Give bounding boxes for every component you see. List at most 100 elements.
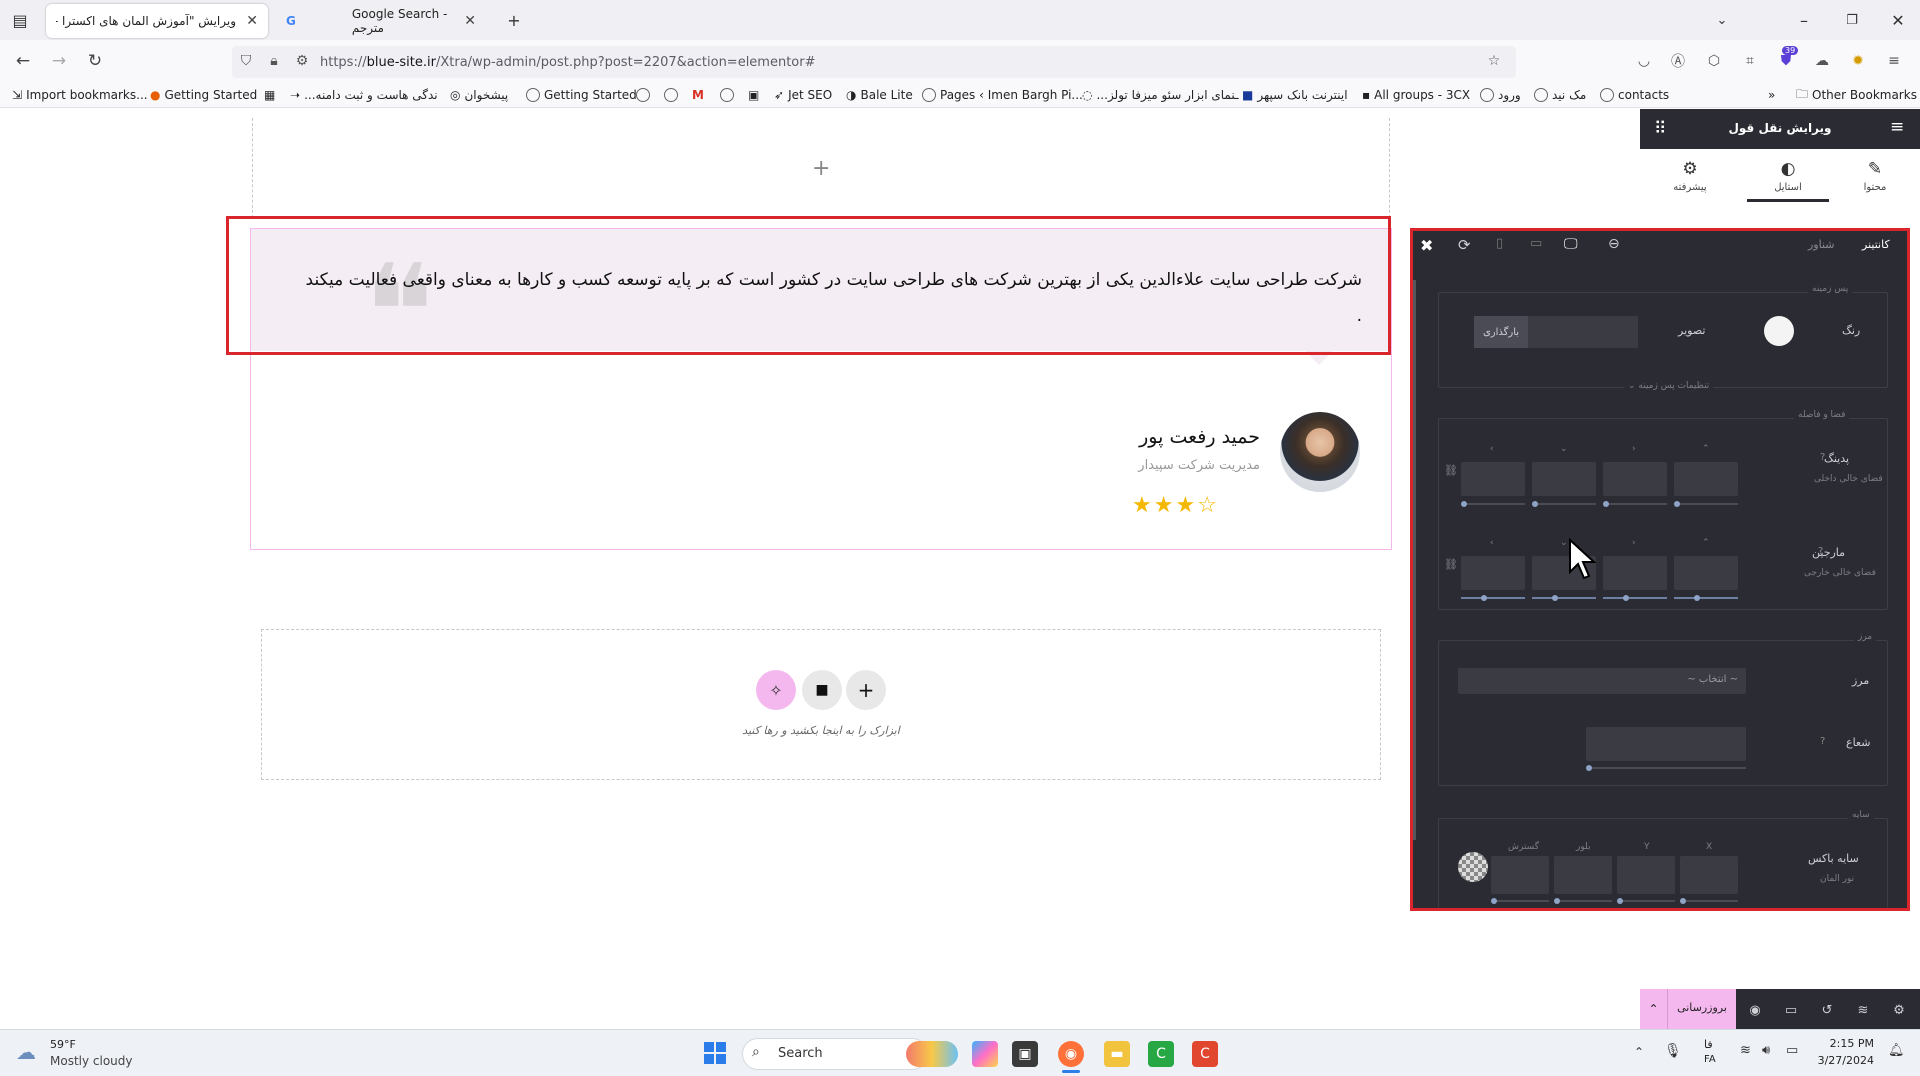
margin-left-input[interactable] <box>1461 556 1525 590</box>
bookmark-item[interactable]: ورود <box>1480 86 1521 104</box>
padding-bottom-slider[interactable] <box>1532 501 1596 507</box>
tab-elementor[interactable]: ویرایش "آموزش المان های اکسترا - ✕ <box>46 4 268 38</box>
sync-icon[interactable]: ⟳ <box>1458 236 1471 254</box>
permissions-icon[interactable]: ⚙ <box>292 51 312 71</box>
battery-icon[interactable]: ▭ <box>1786 1043 1798 1058</box>
slider-knob[interactable] <box>1481 595 1487 601</box>
radius-slider[interactable] <box>1586 765 1746 771</box>
shadow-blur-input[interactable] <box>1554 856 1612 894</box>
tab-advanced[interactable]: ⚙ پیشرفته <box>1655 159 1725 193</box>
bookmark-item[interactable]: ▦ <box>264 86 275 104</box>
hamburger-icon[interactable]: ≡ <box>1890 117 1904 137</box>
bookmark-item[interactable]: Getting Started <box>526 86 637 104</box>
bookmark-item[interactable]: ⇲ Import bookmarks... <box>12 86 148 104</box>
padding-top-input[interactable] <box>1674 462 1738 496</box>
float-tab-floating[interactable]: شناور <box>1808 238 1835 251</box>
panel-scrollbar[interactable] <box>1413 280 1416 840</box>
slider-knob[interactable] <box>1694 595 1700 601</box>
search-highlight-icon[interactable] <box>906 1041 958 1067</box>
close-icon[interactable]: ✖ <box>1420 236 1433 255</box>
padding-right-input[interactable] <box>1603 462 1667 496</box>
input-language[interactable]: فا <box>1704 1038 1713 1051</box>
restore-icon[interactable]: ❐ <box>1840 8 1864 32</box>
bookmark-item[interactable] <box>664 86 678 104</box>
help-icon[interactable]: ? <box>1818 546 1823 557</box>
bookmark-item[interactable]: ➝ ...ندگی هاست و ثبت دامنه <box>290 86 438 104</box>
slider-knob[interactable] <box>1586 765 1592 771</box>
add-element-button[interactable]: + <box>846 670 886 710</box>
slider-knob[interactable] <box>1680 898 1686 904</box>
ai-sparkle-button[interactable]: ✧ <box>756 670 796 710</box>
margin-left-slider[interactable] <box>1461 595 1525 601</box>
bookmark-item[interactable]: مک نید <box>1534 86 1586 104</box>
bookmarks-overflow[interactable]: » <box>1768 86 1775 104</box>
back-icon[interactable]: ← <box>10 49 36 73</box>
bookmark-item[interactable]: ◌ ...ـنمای ابزار سئو میزفا تولز <box>1082 86 1239 104</box>
shadow-x-slider[interactable] <box>1680 898 1738 904</box>
clock-date[interactable]: 3/27/2024 <box>1814 1054 1874 1067</box>
file-explorer-icon[interactable]: ▬ <box>1104 1041 1130 1067</box>
margin-top-input[interactable] <box>1674 556 1738 590</box>
margin-right-slider[interactable] <box>1603 595 1667 601</box>
tab-list-icon[interactable]: ▤ <box>8 8 32 32</box>
reload-icon[interactable]: ↻ <box>82 49 108 73</box>
tab-content[interactable]: ✎ محتوا <box>1840 159 1910 193</box>
margin-top-slider[interactable] <box>1674 595 1738 601</box>
desktop-icon[interactable]: 🖵︎ <box>1564 236 1578 252</box>
padding-left-input[interactable] <box>1461 462 1525 496</box>
close-window-icon[interactable]: ✕ <box>1886 8 1910 32</box>
tab-style[interactable]: ◐ استایل <box>1747 159 1829 202</box>
bookmark-item[interactable]: ■ اینترنت بانک سپهر <box>1242 86 1348 104</box>
tablet-icon[interactable]: ▭ <box>1530 236 1542 251</box>
forward-icon[interactable]: → <box>46 49 72 73</box>
bookmark-item[interactable]: contacts <box>1600 86 1669 104</box>
upload-button[interactable]: بارگذاری <box>1474 316 1528 348</box>
input-language-code[interactable]: FA <box>1704 1054 1716 1065</box>
background-settings-link[interactable]: تنظیمات پس زمینه ⌄ <box>1624 381 1714 391</box>
copilot-icon[interactable] <box>972 1041 998 1067</box>
mobile-icon[interactable]: ▯ <box>1496 236 1503 251</box>
shadow-blur-slider[interactable] <box>1554 898 1612 904</box>
sun-icon[interactable]: ✹ <box>1848 51 1868 71</box>
margin-bottom-slider[interactable] <box>1532 595 1596 601</box>
url-text[interactable]: https://blue-site.ir/Xtra/wp-admin/post.… <box>320 55 816 70</box>
slider-knob[interactable] <box>1617 898 1623 904</box>
toggle-icon[interactable]: ⊖ <box>1608 236 1620 252</box>
chevron-up-icon[interactable]: ⌃ <box>1634 1045 1644 1059</box>
windows-start-icon[interactable] <box>704 1042 726 1064</box>
new-tab-icon[interactable]: + <box>502 8 526 32</box>
slider-knob[interactable] <box>1674 501 1680 507</box>
camtasia-red-icon[interactable]: C <box>1192 1041 1218 1067</box>
shield-icon[interactable]: ⛉ <box>236 51 256 71</box>
wifi-icon[interactable]: ≋ <box>1740 1043 1751 1058</box>
firefox-taskbar-icon[interactable]: ◉ <box>1058 1041 1084 1067</box>
padding-left-slider[interactable] <box>1461 501 1525 507</box>
margin-right-input[interactable] <box>1603 556 1667 590</box>
notification-icon[interactable]: 🔔︎ <box>1888 1043 1905 1058</box>
account-icon[interactable]: Ⓐ <box>1668 51 1688 71</box>
border-select[interactable]: ~ انتخاب ~ <box>1458 668 1746 694</box>
help-icon[interactable]: ? <box>1820 452 1825 463</box>
slider-knob[interactable] <box>1623 595 1629 601</box>
slider-knob[interactable] <box>1552 595 1558 601</box>
layers-icon[interactable]: ≋ <box>1854 1001 1872 1019</box>
link-icon[interactable]: ⛓ <box>1444 558 1458 571</box>
help-icon[interactable]: ? <box>1820 736 1825 747</box>
slider-knob[interactable] <box>1554 898 1560 904</box>
widgets-grid-icon[interactable]: ⠿ <box>1654 119 1666 139</box>
task-view-icon[interactable]: ▣ <box>1012 1041 1038 1067</box>
shadow-y-input[interactable] <box>1617 856 1675 894</box>
padding-bottom-input[interactable] <box>1532 462 1596 496</box>
add-section-plus[interactable]: + <box>812 156 830 181</box>
extensions-icon[interactable]: ⬡ <box>1704 51 1724 71</box>
update-button[interactable]: بروزرسانی <box>1668 1001 1736 1014</box>
bookmark-item[interactable]: ▪ All groups - 3CX <box>1362 86 1470 104</box>
bookmark-star-icon[interactable]: ☆ <box>1484 51 1504 71</box>
weather-desc[interactable]: Mostly cloudy <box>50 1054 133 1068</box>
slider-knob[interactable] <box>1532 501 1538 507</box>
volume-icon[interactable]: 🔊︎ <box>1762 1043 1770 1058</box>
bookmark-item[interactable] <box>720 86 734 104</box>
close-tab-icon[interactable]: ✕ <box>464 13 476 29</box>
eye-icon[interactable]: ◉ <box>1746 1001 1764 1019</box>
close-tab-icon[interactable]: ✕ <box>246 13 258 29</box>
